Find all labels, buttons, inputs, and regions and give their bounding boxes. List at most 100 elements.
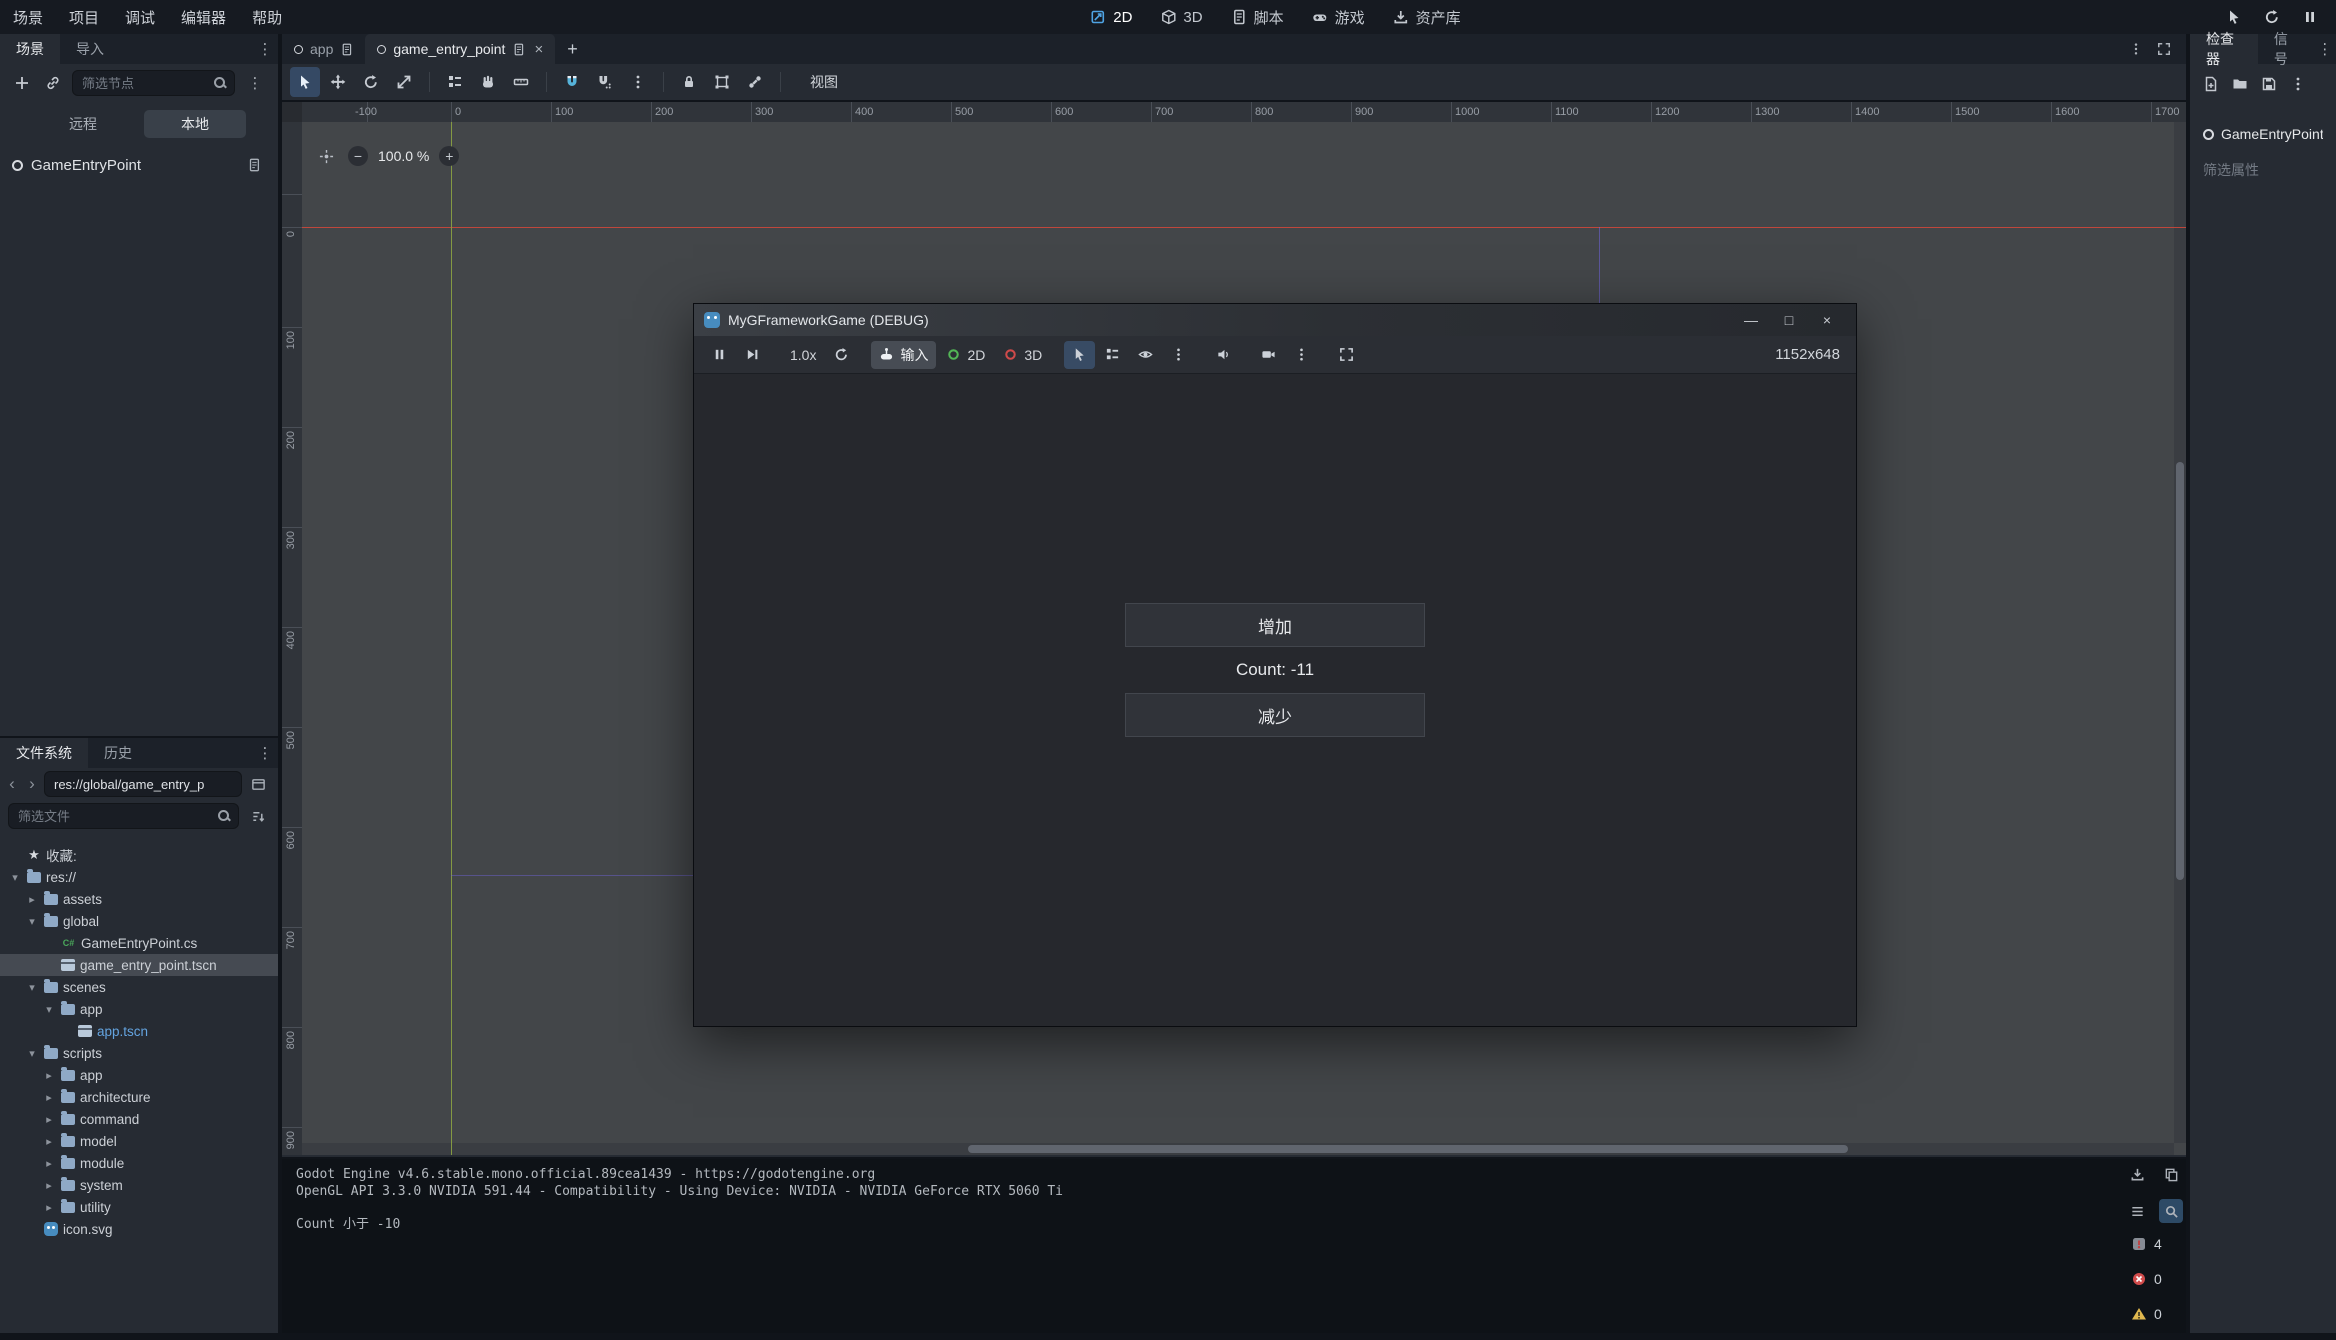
tab-signals[interactable]: 信号 xyxy=(2258,34,2314,64)
load-resource-button[interactable] xyxy=(2232,76,2248,92)
decrease-button[interactable]: 减少 xyxy=(1125,693,1425,737)
workspace-script[interactable]: 脚本 xyxy=(1219,4,1296,30)
tool-list-select[interactable] xyxy=(440,67,470,97)
fs-item-command[interactable]: ▸command xyxy=(0,1108,278,1130)
filter-nodes-input[interactable] xyxy=(72,70,235,96)
tab-inspector[interactable]: 检查器 xyxy=(2190,34,2258,64)
fs-item-architecture[interactable]: ▸architecture xyxy=(0,1086,278,1108)
fs-item-gameentrypoint.tscn[interactable]: game_entry_point.tscn xyxy=(0,954,278,976)
collapse-arrow-icon[interactable]: ▾ xyxy=(42,1003,56,1016)
tool-rotate[interactable] xyxy=(356,67,386,97)
fs-item-scripts[interactable]: ▾scripts xyxy=(0,1042,278,1064)
save-log-button[interactable] xyxy=(2125,1162,2149,1186)
warning-count-badge[interactable]: 0 xyxy=(2131,1305,2162,1323)
tool-scale[interactable] xyxy=(389,67,419,97)
local-button[interactable]: 本地 xyxy=(144,110,246,138)
zoom-level[interactable]: 100.0 % xyxy=(378,148,429,164)
tool-group[interactable] xyxy=(707,67,737,97)
tab-scene[interactable]: 场景 xyxy=(0,34,60,64)
fs-item-[interactable]: ★收藏: xyxy=(0,844,278,866)
reload-button[interactable] xyxy=(2260,5,2284,29)
tool-move[interactable] xyxy=(323,67,353,97)
expand-arrow-icon[interactable]: ▸ xyxy=(42,1069,56,1082)
tool-snap-options[interactable] xyxy=(623,67,653,97)
scene-tree-root-node[interactable]: GameEntryPoint xyxy=(0,150,278,180)
pick-button[interactable] xyxy=(2222,5,2246,29)
attached-script-icon[interactable] xyxy=(242,153,266,177)
filesystem-menu-icon[interactable]: ⋮ xyxy=(252,738,278,768)
vertical-scrollbar[interactable] xyxy=(2174,122,2186,1143)
game-visibility-button[interactable] xyxy=(1130,341,1161,369)
expand-arrow-icon[interactable]: ▸ xyxy=(42,1201,56,1214)
game-next-frame-button[interactable] xyxy=(737,341,768,369)
maximize-button[interactable]: □ xyxy=(1770,304,1808,336)
scene-dock-menu-icon[interactable]: ⋮ xyxy=(252,34,278,64)
fs-item-assets[interactable]: ▸assets xyxy=(0,888,278,910)
error-count-badge[interactable]: 0 xyxy=(2131,1270,2162,1288)
fs-item-system[interactable]: ▸system xyxy=(0,1174,278,1196)
game-camera-override-button[interactable] xyxy=(1253,341,1284,369)
workspace-assets[interactable]: 资产库 xyxy=(1381,4,1473,30)
game-input-mode-button[interactable]: 输入 xyxy=(871,341,936,369)
scene-dock-options-icon[interactable]: ⋮ xyxy=(242,74,268,92)
tool-select[interactable] xyxy=(290,67,320,97)
expand-arrow-icon[interactable]: ▸ xyxy=(25,893,39,906)
fs-item-utility[interactable]: ▸utility xyxy=(0,1196,278,1218)
collapse-arrow-icon[interactable]: ▾ xyxy=(8,871,22,884)
tool-pan[interactable] xyxy=(473,67,503,97)
fs-item-app[interactable]: ▸app xyxy=(0,1064,278,1086)
center-view-icon[interactable] xyxy=(314,144,338,168)
fs-item-module[interactable]: ▸module xyxy=(0,1152,278,1174)
view-menu-button[interactable]: 视图 xyxy=(798,68,850,96)
instance-scene-button[interactable] xyxy=(41,71,65,95)
copy-log-button[interactable] xyxy=(2159,1162,2183,1186)
fs-item-model[interactable]: ▸model xyxy=(0,1130,278,1152)
zoom-in-button[interactable]: + xyxy=(439,146,459,166)
tool-lock[interactable] xyxy=(674,67,704,97)
split-view-icon[interactable] xyxy=(246,772,270,796)
tool-ruler-mode[interactable] xyxy=(506,67,536,97)
expand-viewport-icon[interactable] xyxy=(2150,34,2178,64)
close-tab-icon[interactable]: × xyxy=(534,41,543,58)
workspace-2d[interactable]: 2D xyxy=(1078,4,1144,30)
tool-smart-snap[interactable] xyxy=(557,67,587,97)
fs-item-res[interactable]: ▾res:// xyxy=(0,866,278,888)
add-node-button[interactable] xyxy=(10,71,34,95)
pause-button[interactable] xyxy=(2298,5,2322,29)
save-resource-button[interactable] xyxy=(2261,76,2277,92)
fs-item-app[interactable]: ▾app xyxy=(0,998,278,1020)
menu-editor[interactable]: 编辑器 xyxy=(168,0,239,34)
menu-project[interactable]: 项目 xyxy=(56,0,112,34)
expand-arrow-icon[interactable]: ▸ xyxy=(42,1135,56,1148)
new-resource-button[interactable] xyxy=(2203,76,2219,92)
game-node-pick-button[interactable] xyxy=(1064,341,1095,369)
expand-arrow-icon[interactable]: ▸ xyxy=(42,1091,56,1104)
game-speed-button[interactable]: 1.0x xyxy=(782,341,824,369)
tab-filesystem[interactable]: 文件系统 xyxy=(0,738,88,768)
inspector-menu-icon[interactable]: ⋮ xyxy=(2314,34,2336,64)
collapse-arrow-icon[interactable]: ▾ xyxy=(25,981,39,994)
history-back-icon[interactable]: ‹ xyxy=(4,774,20,794)
game-mode-2d-button[interactable]: 2D xyxy=(938,341,993,369)
search-log-button[interactable] xyxy=(2159,1199,2183,1223)
horizontal-scrollbar[interactable] xyxy=(302,1143,2174,1155)
game-pause-button[interactable] xyxy=(704,341,735,369)
expand-arrow-icon[interactable]: ▸ xyxy=(42,1179,56,1192)
tool-grid-snap[interactable] xyxy=(590,67,620,97)
fs-item-icon.svg[interactable]: icon.svg xyxy=(0,1218,278,1240)
filter-properties-input[interactable]: 筛选属性 xyxy=(2190,158,2336,182)
line-wrap-button[interactable] xyxy=(2125,1199,2149,1223)
filter-files-input[interactable] xyxy=(8,803,239,829)
history-forward-icon[interactable]: › xyxy=(24,774,40,794)
game-embed-fullscreen-button[interactable] xyxy=(1331,341,1362,369)
game-camera-options-button[interactable] xyxy=(1286,341,1317,369)
collapse-arrow-icon[interactable]: ▾ xyxy=(25,1047,39,1060)
new-scene-tab-button[interactable]: + xyxy=(555,34,590,64)
expand-arrow-icon[interactable]: ▸ xyxy=(42,1113,56,1126)
scene-tab-app[interactable]: app xyxy=(282,34,365,64)
tab-list-icon[interactable] xyxy=(2122,34,2150,64)
viewport-2d[interactable]: -100010020030040050060070080090010001100… xyxy=(282,102,2186,1155)
game-mute-button[interactable] xyxy=(1208,341,1239,369)
collapse-arrow-icon[interactable]: ▾ xyxy=(25,915,39,928)
fs-item-app.tscn[interactable]: app.tscn xyxy=(0,1020,278,1042)
